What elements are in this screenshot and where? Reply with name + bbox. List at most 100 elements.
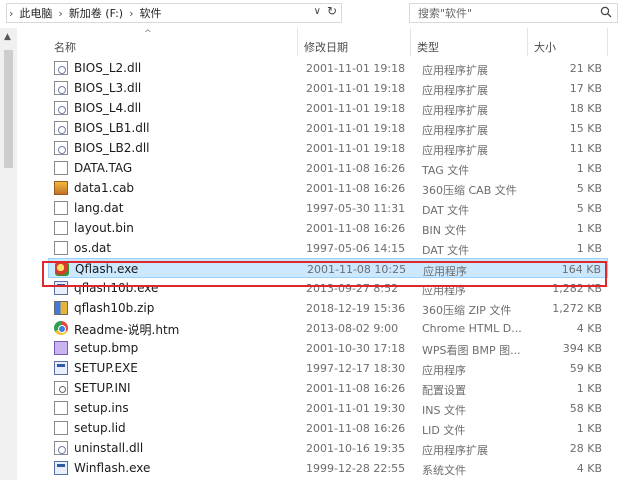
file-row[interactable]: layout.bin 2001-11-08 16:26 BIN 文件 1 KB xyxy=(48,218,608,238)
doc-file-icon xyxy=(54,421,68,435)
file-name: uninstall.dll xyxy=(74,441,144,455)
file-row[interactable]: BIOS_L3.dll 2001-11-01 19:18 应用程序扩展 17 KB xyxy=(48,78,608,98)
file-size: 4 KB xyxy=(576,462,602,475)
file-date: 2013-08-02 9:00 xyxy=(306,322,399,335)
search-input[interactable]: 搜索"软件" xyxy=(410,5,472,21)
column-name[interactable]: 名称 xyxy=(48,28,298,56)
file-type: 应用程序扩展 xyxy=(422,124,488,137)
file-row[interactable]: Winflash.exe 1999-12-28 22:55 系统文件 4 KB xyxy=(48,458,608,478)
exe-file-icon xyxy=(54,361,68,375)
scroll-up-icon[interactable]: ▲ xyxy=(4,32,11,42)
file-row[interactable]: BIOS_LB2.dll 2001-11-01 19:18 应用程序扩展 11 KB xyxy=(48,138,608,158)
file-size: 4 KB xyxy=(576,322,602,335)
dll-file-icon xyxy=(54,101,68,115)
file-row[interactable]: Readme-说明.htm 2013-08-02 9:00 Chrome HTML … xyxy=(48,318,608,338)
file-size: 28 KB xyxy=(569,442,602,455)
column-type[interactable]: 类型 xyxy=(411,28,528,56)
file-row[interactable]: uninstall.dll 2001-10-16 19:35 应用程序扩展 28 KB xyxy=(48,438,608,458)
cab-file-icon xyxy=(54,181,68,195)
file-type: 应用程序扩展 xyxy=(422,144,488,157)
column-date[interactable]: 修改日期 xyxy=(298,28,411,56)
file-row[interactable]: lang.dat 1997-05-30 11:31 DAT 文件 5 KB xyxy=(48,198,608,218)
file-type: 应用程序扩展 xyxy=(422,64,488,77)
vertical-scrollbar[interactable]: ▲ xyxy=(0,28,17,480)
file-size: 15 KB xyxy=(569,122,602,135)
breadcrumb-separator: › xyxy=(9,6,14,20)
dll-file-icon xyxy=(54,81,68,95)
column-size[interactable]: 大小 xyxy=(528,28,608,56)
file-row[interactable]: SETUP.EXE 1997-12-17 18:30 应用程序 59 KB xyxy=(48,358,608,378)
breadcrumb-item-drive[interactable]: 新加卷 (F:) xyxy=(65,5,127,21)
file-type: DAT 文件 xyxy=(422,204,470,217)
file-size: 18 KB xyxy=(569,102,602,115)
file-date: 2001-10-30 17:18 xyxy=(306,342,406,355)
file-type: DAT 文件 xyxy=(422,244,470,257)
file-type: 360压缩 ZIP 文件 xyxy=(422,304,512,317)
file-type: 360压缩 CAB 文件 xyxy=(422,184,517,197)
search-icon[interactable] xyxy=(600,6,612,21)
file-date: 2001-11-08 16:26 xyxy=(306,422,406,435)
file-size: 1 KB xyxy=(576,162,602,175)
file-type: Chrome HTML D... xyxy=(422,322,522,335)
file-date: 2001-11-01 19:18 xyxy=(306,82,406,95)
file-name: layout.bin xyxy=(74,221,134,235)
bmp-file-icon xyxy=(54,341,68,355)
doc-file-icon xyxy=(54,241,68,255)
file-name: BIOS_L4.dll xyxy=(74,101,142,115)
file-size: 1 KB xyxy=(576,242,602,255)
zip-file-icon xyxy=(54,301,68,315)
file-type: 配置设置 xyxy=(422,384,466,397)
column-header: ^ 名称 修改日期 类型 大小 xyxy=(0,28,625,56)
file-size: 58 KB xyxy=(569,402,602,415)
file-row[interactable]: os.dat 1997-05-06 14:15 DAT 文件 1 KB xyxy=(48,238,608,258)
file-size: 11 KB xyxy=(569,142,602,155)
file-name: SETUP.EXE xyxy=(74,361,138,375)
file-row[interactable]: qflash10b.zip 2018-12-19 15:36 360压缩 ZIP 文… xyxy=(48,298,608,318)
file-date: 2001-11-08 16:26 xyxy=(306,222,406,235)
file-row[interactable]: setup.ins 2001-11-01 19:30 INS 文件 58 KB xyxy=(48,398,608,418)
file-date: 1997-05-06 14:15 xyxy=(306,242,406,255)
file-type: 应用程序扩展 xyxy=(422,84,488,97)
file-size: 5 KB xyxy=(576,182,602,195)
file-row[interactable]: data1.cab 2001-11-08 16:26 360压缩 CAB 文件 5 K… xyxy=(48,178,608,198)
file-date: 2001-11-08 16:26 xyxy=(306,162,406,175)
file-date: 2001-11-01 19:18 xyxy=(306,122,406,135)
breadcrumb-item-folder[interactable]: 软件 xyxy=(135,5,165,21)
file-row[interactable]: BIOS_L4.dll 2001-11-01 19:18 应用程序扩展 18 KB xyxy=(48,98,608,118)
file-name: qflash10b.zip xyxy=(74,301,155,315)
breadcrumb-item-this-pc[interactable]: 此电脑 xyxy=(15,5,56,21)
address-bar: › 此电脑 › 新加卷 (F:) › 软件 ∨ ↻ 搜索"软件" xyxy=(0,0,625,25)
breadcrumb-separator: › xyxy=(129,6,134,20)
chrome-file-icon xyxy=(54,321,68,335)
scrollbar-thumb[interactable] xyxy=(4,50,13,168)
file-size: 394 KB xyxy=(562,342,602,355)
file-size: 5 KB xyxy=(576,202,602,215)
search-box[interactable]: 搜索"软件" xyxy=(409,3,618,23)
file-row[interactable]: SETUP.INI 2001-11-08 16:26 配置设置 1 KB xyxy=(48,378,608,398)
file-row[interactable]: setup.bmp 2001-10-30 17:18 WPS看图 BMP 图... 3… xyxy=(48,338,608,358)
file-date: 2001-11-08 16:26 xyxy=(306,182,406,195)
file-size: 1 KB xyxy=(576,382,602,395)
file-name: lang.dat xyxy=(74,201,124,215)
file-date: 2001-11-08 16:26 xyxy=(306,382,406,395)
file-size: 1 KB xyxy=(576,422,602,435)
file-row[interactable]: BIOS_L2.dll 2001-11-01 19:18 应用程序扩展 21 KB xyxy=(48,58,608,78)
file-row[interactable]: setup.lid 2001-11-08 16:26 LID 文件 1 KB xyxy=(48,418,608,438)
file-size: 17 KB xyxy=(569,82,602,95)
file-name: Readme-说明.htm xyxy=(74,323,180,337)
file-name: BIOS_LB1.dll xyxy=(74,121,150,135)
file-row[interactable]: DATA.TAG 2001-11-08 16:26 TAG 文件 1 KB xyxy=(48,158,608,178)
file-date: 2001-11-01 19:30 xyxy=(306,402,406,415)
refresh-icon[interactable]: ↻ xyxy=(327,4,337,18)
file-row[interactable]: BIOS_LB1.dll 2001-11-01 19:18 应用程序扩展 15 KB xyxy=(48,118,608,138)
chevron-down-icon[interactable]: ∨ xyxy=(314,6,321,17)
file-type: INS 文件 xyxy=(422,404,466,417)
breadcrumb[interactable]: › 此电脑 › 新加卷 (F:) › 软件 ∨ ↻ xyxy=(6,3,342,23)
exe-file-icon xyxy=(54,461,68,475)
file-date: 2001-11-01 19:18 xyxy=(306,142,406,155)
file-name: BIOS_LB2.dll xyxy=(74,141,150,155)
dll-file-icon xyxy=(54,141,68,155)
doc-file-icon xyxy=(54,201,68,215)
file-date: 2001-10-16 19:35 xyxy=(306,442,406,455)
doc-file-icon xyxy=(54,221,68,235)
